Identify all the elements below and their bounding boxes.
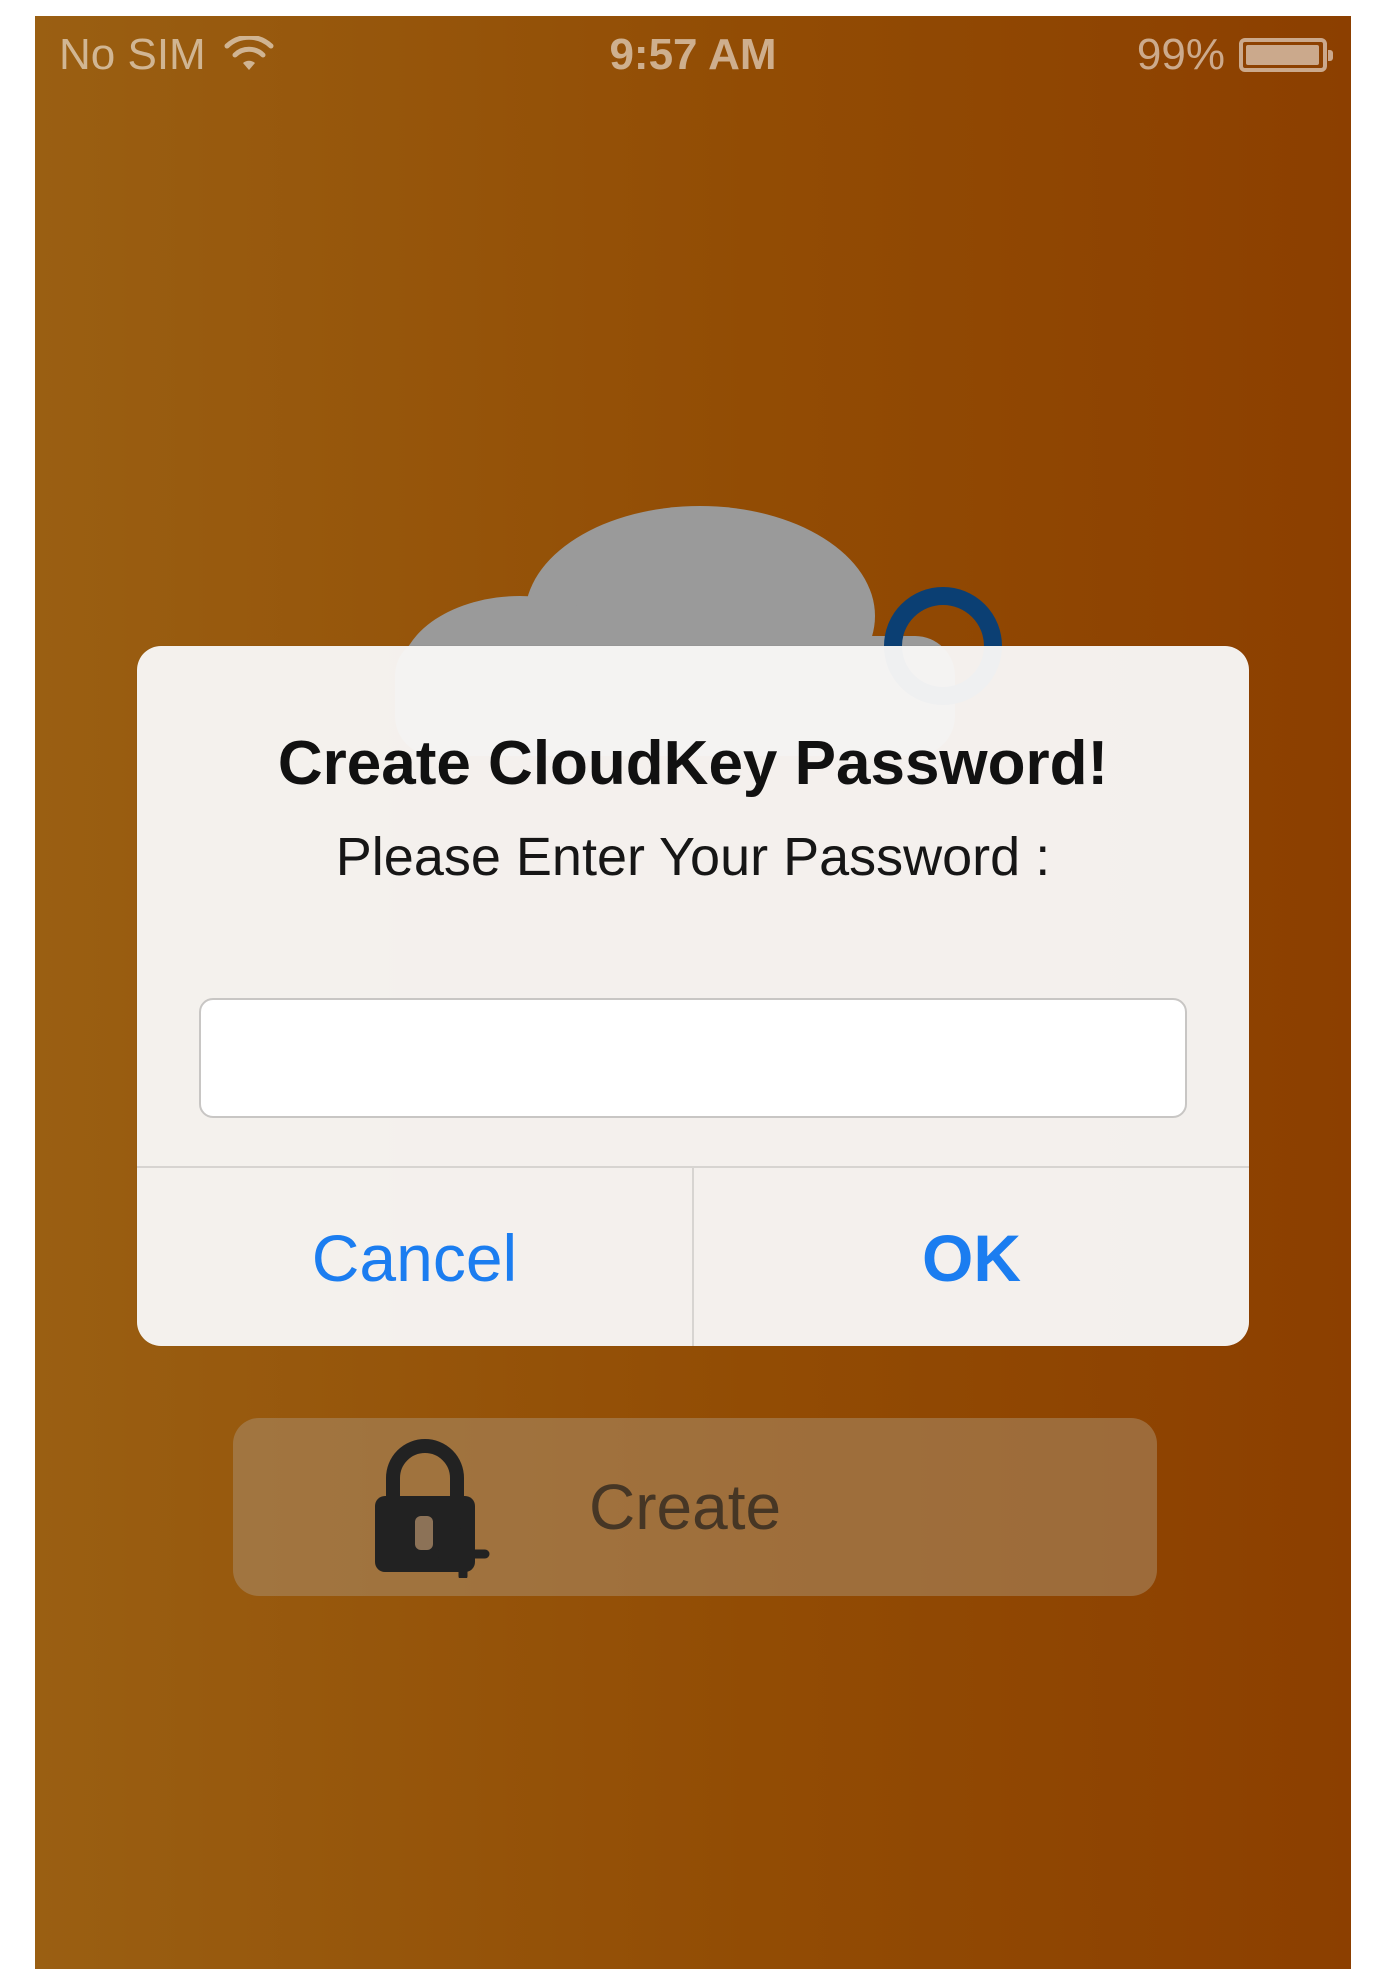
cancel-button[interactable]: Cancel bbox=[137, 1168, 694, 1346]
alert-message: Please Enter Your Password : bbox=[335, 827, 1051, 887]
phone-screen: No SIM 9:57 AM 99% Create Create CloudKe… bbox=[35, 16, 1351, 1969]
password-input[interactable] bbox=[199, 998, 1187, 1118]
password-alert: Create CloudKey Password! Please Enter Y… bbox=[137, 646, 1249, 1346]
alert-title: Create CloudKey Password! bbox=[277, 729, 1109, 798]
alert-button-row: Cancel OK bbox=[137, 1166, 1249, 1346]
ok-button[interactable]: OK bbox=[694, 1168, 1249, 1346]
